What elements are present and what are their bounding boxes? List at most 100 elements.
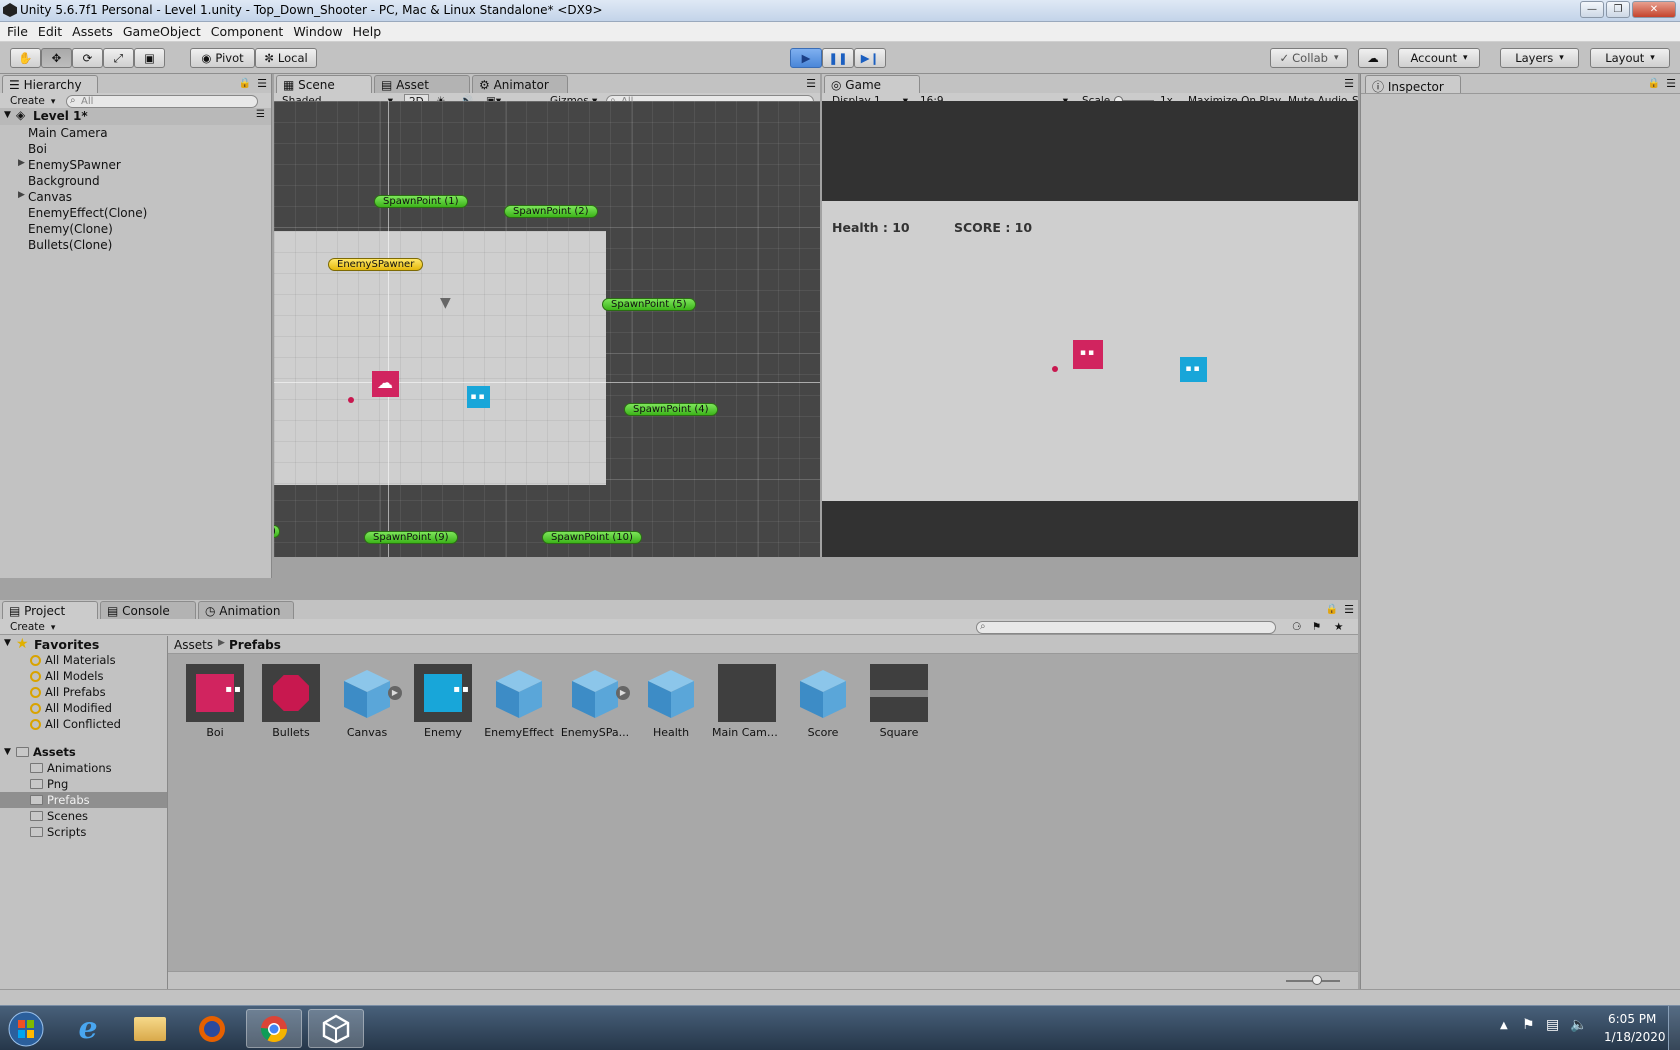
scene-root-row[interactable]: ▼ ◈ Level 1* ☰ (0, 108, 271, 125)
breadcrumb-prefabs[interactable]: Prefabs (229, 638, 281, 652)
filter-type-icon[interactable]: ⚆ (1288, 620, 1305, 634)
volume-icon[interactable]: 🔈 (1570, 1017, 1587, 1033)
lock-icon[interactable]: 🔒 (1326, 604, 1338, 615)
hierarchy-item-enemy-clone[interactable]: Enemy(Clone) (28, 222, 113, 236)
step-icon[interactable]: ▶❙ (854, 48, 886, 68)
minimize-button[interactable]: — (1580, 1, 1604, 18)
panel-menu-icon[interactable]: ☰ (1344, 603, 1354, 616)
windows-start-icon[interactable] (0, 1009, 52, 1048)
lock-icon[interactable]: 🔒 (239, 78, 251, 89)
hierarchy-item-canvas[interactable]: Canvas (28, 190, 72, 204)
thumbnail-size-handle[interactable] (1312, 975, 1322, 985)
tab-inspector[interactable]: ⓘ Inspector (1365, 75, 1461, 94)
expand-arrow-icon[interactable]: ▼ (4, 638, 11, 648)
boi-sprite[interactable]: ☁ (372, 371, 399, 397)
menu-edit[interactable]: Edit (33, 24, 67, 39)
menu-file[interactable]: File (2, 24, 33, 39)
asset-boi[interactable]: ▪▪ Boi (180, 664, 250, 739)
folder-scenes[interactable]: Scenes (30, 809, 88, 823)
enemyspawner-label[interactable]: EnemySPawner (328, 258, 424, 271)
spawnpoint-10-label[interactable]: SpawnPoint (10) (542, 531, 642, 544)
expand-arrow-icon[interactable]: ▼ (4, 110, 11, 120)
close-button[interactable]: ✕ (1632, 1, 1676, 18)
expand-arrow-icon[interactable]: ▶ (18, 190, 25, 200)
spawnpoint-9-label[interactable]: SpawnPoint (9) (364, 531, 458, 544)
account-dropdown[interactable]: Account (1398, 48, 1480, 68)
hierarchy-item-main-camera[interactable]: Main Camera (28, 126, 108, 140)
tab-animator[interactable]: ⚙ Animator (472, 75, 568, 93)
panel-menu-icon[interactable]: ☰ (1344, 77, 1354, 90)
asset-canvas[interactable]: ▶ Canvas (332, 664, 402, 739)
menu-component[interactable]: Component (206, 24, 289, 39)
hierarchy-item-bullets-clone[interactable]: Bullets(Clone) (28, 238, 112, 252)
asset-enemyspawner[interactable]: ▶ EnemySPa... (560, 664, 630, 739)
layout-dropdown[interactable]: Layout (1590, 48, 1670, 68)
lock-icon[interactable]: 🔒 (1648, 78, 1660, 89)
clock-time[interactable]: 6:05 PM (1608, 1012, 1656, 1026)
panel-menu-icon[interactable]: ☰ (1666, 77, 1676, 90)
layers-dropdown[interactable]: Layers (1500, 48, 1579, 68)
favorite-all-conflicted[interactable]: All Conflicted (30, 717, 121, 731)
unity-icon[interactable] (308, 1009, 364, 1048)
hierarchy-item-boi[interactable]: Boi (28, 142, 47, 156)
favorites-label[interactable]: Favorites (34, 637, 99, 652)
spawnpoint-5-label[interactable]: SpawnPoint (5) (602, 298, 696, 311)
hierarchy-item-enemyspawner[interactable]: EnemySPawner (28, 158, 121, 172)
hierarchy-item-enemyeffect-clone[interactable]: EnemyEffect(Clone) (28, 206, 147, 220)
spawnpoint-1-label[interactable]: SpawnPoint (1) (374, 195, 468, 208)
firefox-icon[interactable] (184, 1009, 240, 1048)
tab-console[interactable]: ▤ Console (100, 601, 196, 619)
favorite-all-models[interactable]: All Models (30, 669, 103, 683)
hierarchy-search-input[interactable]: All (66, 95, 258, 108)
menu-help[interactable]: Help (348, 24, 387, 39)
spawnpoint-2-label[interactable]: SpawnPoint (2) (504, 205, 598, 218)
pause-icon[interactable]: ❚❚ (822, 48, 854, 68)
scene-view[interactable]: SpawnPoint (1) SpawnPoint (2) EnemySPawn… (274, 101, 820, 557)
tab-project[interactable]: ▤ Project (2, 601, 98, 619)
menu-assets[interactable]: Assets (67, 24, 118, 39)
menu-gameobject[interactable]: GameObject (118, 24, 206, 39)
rotate-tool-icon[interactable]: ⟳ (72, 48, 103, 68)
tab-scene[interactable]: ▦ Scene (276, 75, 372, 93)
hierarchy-create-button[interactable]: Create (6, 94, 59, 108)
folder-scripts[interactable]: Scripts (30, 825, 86, 839)
chrome-icon[interactable] (246, 1009, 302, 1048)
scale-tool-icon[interactable]: ⤢ (103, 48, 134, 68)
game-view[interactable]: Health : 10 SCORE : 10 ▪▪ ▪▪ (822, 101, 1358, 557)
spawnpoint-4-label[interactable]: SpawnPoint (4) (624, 403, 718, 416)
expand-prefab-icon[interactable]: ▶ (616, 686, 630, 700)
enemy-sprite[interactable]: ▪▪ (467, 386, 490, 408)
star-icon[interactable]: ★ (1330, 620, 1347, 634)
favorite-all-modified[interactable]: All Modified (30, 701, 112, 715)
asset-main-camera[interactable]: Main Came... (712, 664, 782, 739)
expand-prefab-icon[interactable]: ▶ (388, 686, 402, 700)
show-desktop-button[interactable] (1668, 1006, 1680, 1050)
scene-menu-icon[interactable]: ☰ (256, 109, 265, 120)
action-center-icon[interactable]: ⚑ (1522, 1017, 1535, 1033)
restore-button[interactable]: ❐ (1606, 1, 1630, 18)
panel-menu-icon[interactable]: ☰ (257, 77, 267, 90)
asset-enemyeffect[interactable]: EnemyEffect (484, 664, 554, 739)
tab-animation[interactable]: ◷ Animation (198, 601, 294, 619)
hierarchy-item-background[interactable]: Background (28, 174, 100, 188)
tab-hierarchy[interactable]: ☰ Hierarchy (2, 75, 98, 93)
pivot-toggle[interactable]: ◉ Pivot (190, 48, 255, 68)
assets-folder[interactable]: Assets (16, 745, 76, 759)
favorite-all-prefabs[interactable]: All Prefabs (30, 685, 106, 699)
panel-menu-icon[interactable]: ☰ (806, 77, 816, 90)
asset-bullets[interactable]: Bullets (256, 664, 326, 739)
play-icon[interactable]: ▶ (790, 48, 822, 68)
expand-arrow-icon[interactable]: ▶ (18, 158, 25, 168)
explorer-icon[interactable] (122, 1009, 178, 1048)
folder-animations[interactable]: Animations (30, 761, 112, 775)
tray-expand-icon[interactable]: ▲ (1500, 1020, 1508, 1031)
move-tool-icon[interactable]: ✥ (41, 48, 72, 68)
menu-window[interactable]: Window (288, 24, 347, 39)
rect-tool-icon[interactable]: ▣ (134, 48, 165, 68)
asset-enemy[interactable]: ▪▪ Enemy (408, 664, 478, 739)
project-create-button[interactable]: Create (6, 620, 59, 634)
cloud-icon[interactable]: ☁ (1358, 48, 1388, 68)
tab-game[interactable]: ◎ Game (824, 75, 920, 93)
clock-date[interactable]: 1/18/2020 (1604, 1030, 1666, 1044)
hand-tool-icon[interactable]: ✋ (10, 48, 41, 68)
